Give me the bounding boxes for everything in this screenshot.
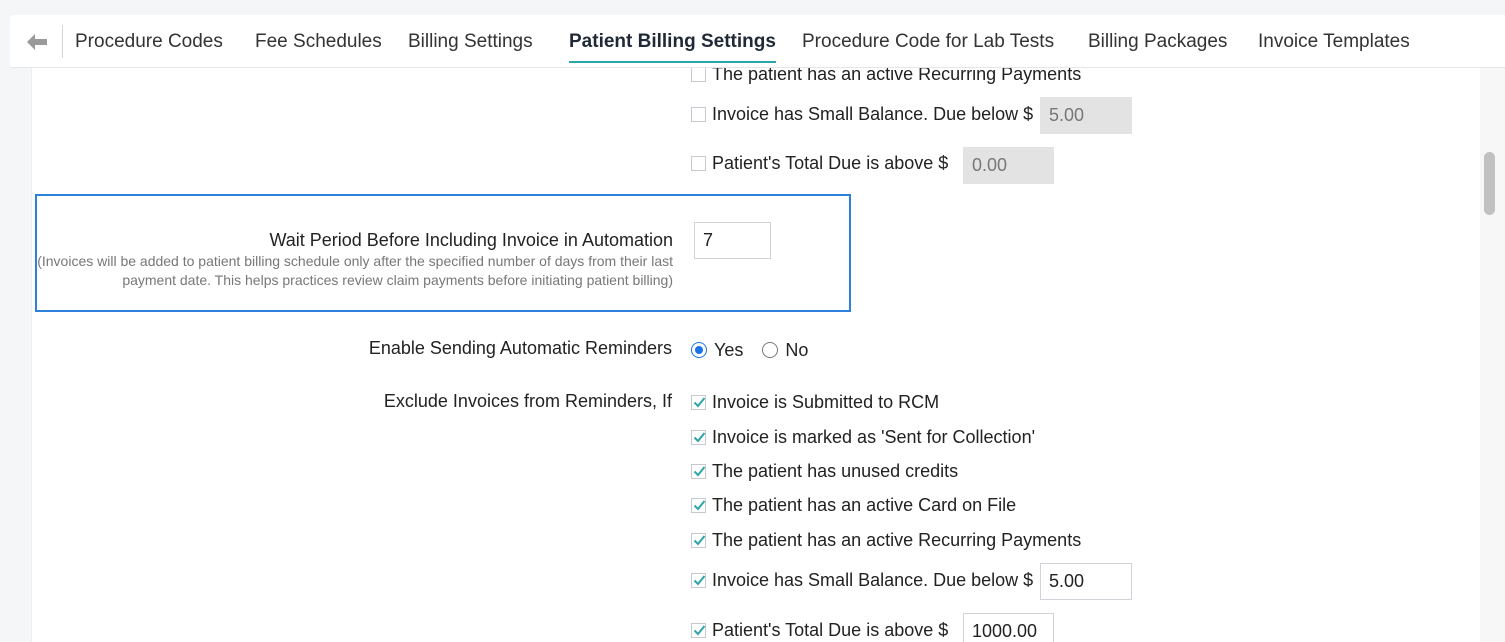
recurring-payments-checkbox[interactable]: [691, 68, 706, 82]
check-icon: [693, 431, 706, 442]
reminders-no-radio[interactable]: [762, 342, 779, 358]
reminder-small-balance-amount-input[interactable]: [1040, 563, 1132, 600]
tab-billing-settings[interactable]: Billing Settings: [408, 15, 533, 68]
reminder-recurring-payments-checkbox[interactable]: [691, 532, 706, 548]
small-balance-amount-input[interactable]: [1040, 97, 1132, 134]
check-icon: [693, 624, 706, 635]
recurring-payments-label: The patient has an active Recurring Paym…: [712, 68, 1082, 84]
automation-exclusion-small-balance: Invoice has Small Balance. Due below $: [691, 102, 1033, 126]
automation-exclusion-recurring: The patient has an active Recurring Paym…: [691, 68, 1081, 86]
automation-exclusion-total-due: Patient's Total Due is above $: [691, 151, 948, 175]
exclude-reminders-label: Exclude Invoices from Reminders, If: [383, 391, 672, 411]
check-icon: [693, 534, 706, 545]
tab-fee-schedules[interactable]: Fee Schedules: [255, 15, 382, 68]
sent-for-collection-checkbox[interactable]: [691, 429, 706, 445]
total-due-label: Patient's Total Due is above $: [712, 152, 949, 173]
reminder-exclusion-total-due: Patient's Total Due is above $: [691, 618, 948, 642]
reminder-small-balance-label: Invoice has Small Balance. Due below $: [712, 569, 1034, 590]
reminder-exclusion-unused-credits: The patient has unused credits: [691, 459, 958, 483]
tab-divider: [62, 25, 63, 58]
small-balance-label: Invoice has Small Balance. Due below $: [712, 103, 1034, 124]
reminder-recurring-payments-label: The patient has an active Recurring Paym…: [712, 529, 1082, 550]
settings-panel: The patient has an active Recurring Paym…: [31, 68, 1480, 642]
submitted-to-rcm-checkbox[interactable]: [691, 394, 706, 410]
small-balance-checkbox[interactable]: [691, 106, 706, 122]
total-due-checkbox[interactable]: [691, 155, 706, 171]
reminders-yes-radio[interactable]: [691, 342, 707, 358]
wait-period-section: Wait Period Before Including Invoice in …: [35, 194, 851, 312]
enable-reminders-radio-group: Yes No: [691, 338, 827, 362]
check-icon: [693, 465, 706, 476]
vertical-scrollbar[interactable]: [1480, 68, 1505, 642]
wait-period-label: Wait Period Before Including Invoice in …: [269, 230, 673, 250]
tab-invoice-templates[interactable]: Invoice Templates: [1258, 15, 1410, 68]
tab-billing-packages[interactable]: Billing Packages: [1088, 15, 1227, 68]
reminder-total-due-checkbox[interactable]: [691, 622, 706, 638]
submitted-to-rcm-label: Invoice is Submitted to RCM: [712, 391, 940, 412]
tab-bar: Procedure Codes Fee Schedules Billing Se…: [10, 15, 1505, 68]
wait-period-help-text: (Invoices will be added to patient billi…: [37, 253, 673, 288]
reminder-exclusion-recurring: The patient has an active Recurring Paym…: [691, 528, 1081, 552]
card-on-file-label: The patient has an active Card on File: [712, 494, 1017, 515]
wait-period-days-input[interactable]: [694, 222, 771, 259]
check-icon: [693, 574, 706, 585]
back-button[interactable]: [24, 29, 50, 55]
enable-reminders-label: Enable Sending Automatic Reminders: [368, 338, 672, 358]
reminder-small-balance-checkbox[interactable]: [691, 572, 706, 588]
check-icon: [693, 499, 706, 510]
reminder-total-due-label: Patient's Total Due is above $: [712, 619, 949, 640]
app-root: Procedure Codes Fee Schedules Billing Se…: [0, 0, 1505, 642]
reminder-exclusion-collection: Invoice is marked as 'Sent for Collectio…: [691, 425, 1035, 449]
reminders-yes-label[interactable]: Yes: [714, 340, 743, 361]
sent-for-collection-label: Invoice is marked as 'Sent for Collectio…: [712, 426, 1036, 447]
reminder-exclusion-card-on-file: The patient has an active Card on File: [691, 493, 1016, 517]
reminder-exclusion-rcm: Invoice is Submitted to RCM: [691, 390, 939, 414]
tab-procedure-codes[interactable]: Procedure Codes: [75, 15, 223, 68]
card-on-file-checkbox[interactable]: [691, 497, 706, 513]
tab-procedure-code-for-lab-tests[interactable]: Procedure Code for Lab Tests: [802, 15, 1054, 68]
unused-credits-label: The patient has unused credits: [712, 460, 959, 481]
check-icon: [693, 396, 706, 407]
reminder-exclusion-small-balance: Invoice has Small Balance. Due below $: [691, 568, 1033, 592]
reminders-no-label[interactable]: No: [785, 340, 808, 361]
unused-credits-checkbox[interactable]: [691, 463, 706, 479]
total-due-amount-input[interactable]: [963, 147, 1054, 184]
reminder-total-due-amount-input[interactable]: [963, 613, 1054, 642]
arrow-left-icon: [27, 34, 47, 50]
tab-patient-billing-settings[interactable]: Patient Billing Settings: [569, 15, 776, 68]
scrollbar-thumb[interactable]: [1484, 152, 1495, 215]
